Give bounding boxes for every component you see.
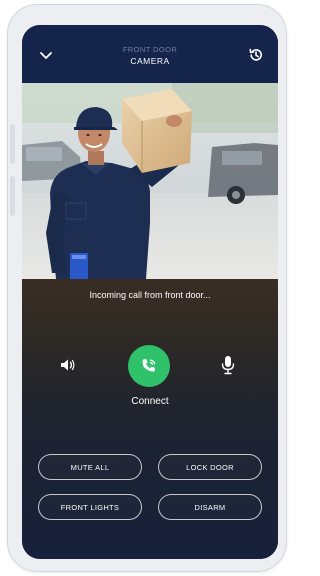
history-icon[interactable] [248, 47, 264, 63]
page-title: CAMERA [130, 56, 170, 66]
disarm-button[interactable]: DISARM [158, 494, 262, 520]
header-subtitle: FRONT DOOR [122, 45, 178, 54]
volume-down-button[interactable] [10, 176, 15, 216]
connect-button[interactable] [128, 345, 170, 387]
volume-up-button[interactable] [10, 124, 15, 164]
phone-icon [142, 359, 156, 372]
header-title-group: FRONT DOOR CAMERA [22, 45, 278, 67]
camera-feed [22, 83, 278, 279]
front-lights-button[interactable]: FRONT LIGHTS [38, 494, 142, 520]
app-screen: FRONT DOOR CAMERA Incoming call from fro… [22, 25, 278, 559]
delivery-person-image [22, 83, 278, 279]
mute-all-button[interactable]: MUTE ALL [38, 454, 142, 480]
speaker-icon[interactable] [59, 356, 77, 374]
lock-door-button[interactable]: LOCK DOOR [158, 454, 262, 480]
call-panel: Incoming call from front door... Connect… [22, 279, 278, 559]
app-header: FRONT DOOR CAMERA [22, 25, 278, 83]
call-status-text: Incoming call from front door... [89, 290, 211, 300]
microphone-icon[interactable] [220, 355, 236, 375]
connect-label: Connect [131, 396, 169, 407]
